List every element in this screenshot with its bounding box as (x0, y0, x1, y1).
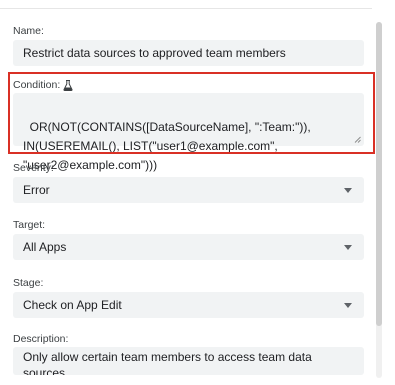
scrollbar-thumb[interactable] (376, 22, 382, 326)
severity-select[interactable]: Error (13, 177, 364, 203)
flask-icon[interactable] (63, 79, 73, 91)
description-input[interactable]: Only allow certain team members to acces… (13, 347, 364, 375)
resize-grip-icon[interactable] (354, 136, 361, 143)
severity-label-text: Severity: (13, 162, 54, 174)
stage-select-value: Check on App Edit (23, 298, 122, 312)
target-label: Target: (13, 218, 45, 232)
description-label-text: Description: (13, 333, 69, 345)
name-label-text: Name: (13, 25, 44, 37)
name-input[interactable]: Restrict data sources to approved team m… (13, 40, 364, 66)
severity-label: Severity: (13, 161, 54, 175)
condition-label-text: Condition: (13, 79, 61, 91)
severity-select-value: Error (23, 183, 50, 197)
description-label: Description: (13, 332, 68, 346)
chevron-down-icon (344, 187, 352, 193)
name-input-value: Restrict data sources to approved team m… (23, 46, 286, 60)
target-select-value: All Apps (23, 240, 67, 254)
stage-label: Stage: (13, 276, 43, 290)
top-divider (0, 8, 372, 9)
chevron-down-icon (344, 244, 352, 250)
stage-label-text: Stage: (13, 277, 44, 289)
stage-select[interactable]: Check on App Edit (13, 292, 364, 318)
condition-formula-value: OR(NOT(CONTAINS([DataSourceName], ":Team… (23, 120, 315, 172)
condition-formula-input[interactable]: OR(NOT(CONTAINS([DataSourceName], ":Team… (13, 93, 364, 172)
target-label-text: Target: (13, 219, 46, 231)
target-select[interactable]: All Apps (13, 234, 364, 260)
chevron-down-icon (344, 302, 352, 308)
condition-label: Condition: (13, 78, 73, 92)
name-label: Name: (13, 24, 44, 38)
description-input-value: Only allow certain team members to acces… (23, 350, 312, 375)
